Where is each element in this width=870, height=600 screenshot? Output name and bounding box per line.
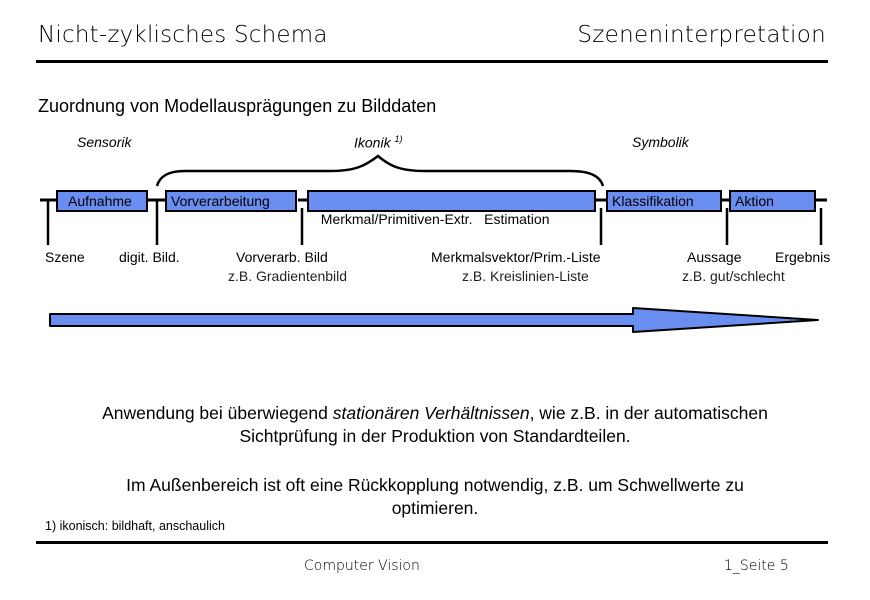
data-example-kreislinien: z.B. Kreislinien-Liste [462,268,589,284]
process-flow-arrow [49,307,819,333]
paragraph-stationary: Anwendung bei überwiegend stationären Ve… [0,402,870,448]
data-label-szene: Szene [45,249,85,265]
data-example-gradientenbild: z.B. Gradientenbild [228,268,348,284]
data-example-gut-schlecht: z.B. gut/schlecht [682,268,785,284]
process-box-aufnahme: Aufnahme [56,190,148,212]
footer-divider [36,541,828,544]
process-box-label: Klassifikation [612,193,694,209]
footnote: 1) ikonisch: bildhaft, anschaulich [45,519,225,533]
paragraph-text: optimieren. [391,498,479,518]
data-label-digit-bild: digit. Bild. [119,249,180,265]
data-label-merkmalsvektor: Merkmalsvektor/Prim.-Liste [431,249,601,265]
paragraph-text: Sichtprüfung in der Produktion von Stand… [239,426,631,446]
paragraph-emphasis: stationären Verhältnissen [332,403,530,423]
footer-course: Computer Vision [304,558,420,574]
paragraph-text: Im Außenbereich ist oft eine Rückkopplun… [126,475,744,495]
data-label-aussage: Aussage [687,249,742,265]
process-box-label: Vorverarbeitung [171,193,270,209]
process-box-merkmal-estimation: Merkmal/Primitiven-Extr. Estimation [307,190,596,227]
process-box-klassifikation: Klassifikation [606,190,722,212]
process-box-aktion: Aktion [729,190,816,212]
data-label-ergebnis: Ergebnis [775,249,831,265]
process-box-label: Aktion [735,193,774,209]
process-box-vorverarbeitung: Vorverarbeitung [165,190,297,212]
paragraph-text: , wie z.B. in der automatischen [529,403,768,423]
paragraph-text: Anwendung bei überwiegend [102,403,333,423]
data-label-vorverarb-bild: Vorverarb. Bild [236,249,328,265]
footer-page-number: 1_Seite 5 [724,558,789,574]
ikonik-brace [155,154,605,187]
paragraph-outdoor: Im Außenbereich ist oft eine Rückkopplun… [0,474,870,520]
process-box-label: Aufnahme [68,193,132,209]
process-box-label: Merkmal/Primitiven-Extr. Estimation [320,211,550,227]
